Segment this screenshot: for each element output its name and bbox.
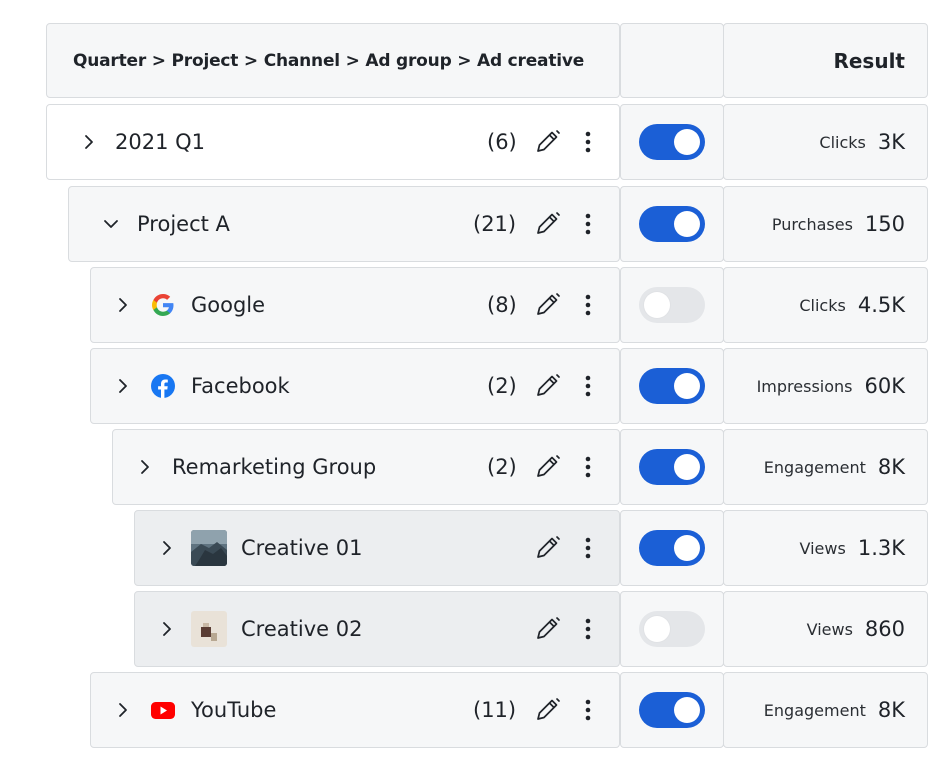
row-result-cell: Engagement 8K	[723, 429, 928, 505]
row-toggle-cell	[620, 510, 724, 586]
row-remarketing-group[interactable]: Remarketing Group (2)	[112, 429, 620, 505]
enable-toggle[interactable]	[639, 449, 705, 485]
result-metric: Clicks	[799, 295, 846, 315]
result-value: 8K	[877, 698, 905, 722]
row-label: Creative 01	[241, 536, 363, 560]
result-value: 60K	[864, 374, 906, 398]
result-header-label: Result	[833, 48, 905, 73]
row-result-cell: Views 860	[723, 591, 928, 667]
child-count: (6)	[487, 130, 517, 154]
row-label: Project A	[137, 212, 230, 236]
result-value: 4.5K	[857, 293, 905, 317]
row-result-cell: Clicks 4.5K	[723, 267, 928, 343]
pencil-edit-icon[interactable]	[533, 615, 561, 643]
enable-toggle[interactable]	[639, 124, 705, 160]
row-toggle-cell	[620, 348, 724, 424]
more-options-icon[interactable]	[584, 698, 592, 722]
result-column-header: Result	[723, 23, 928, 98]
row-result-cell: Clicks 3K	[723, 104, 928, 180]
result-metric: Views	[806, 619, 853, 639]
row-toggle-cell	[620, 429, 724, 505]
row-result-cell: Purchases 150	[723, 186, 928, 262]
google-icon	[150, 292, 176, 318]
enable-toggle[interactable]	[639, 530, 705, 566]
result-value: 860	[864, 617, 905, 641]
pencil-edit-icon[interactable]	[533, 372, 561, 400]
enable-toggle[interactable]	[639, 206, 705, 242]
pencil-edit-icon[interactable]	[533, 696, 561, 724]
creative-thumbnail-icon	[191, 611, 227, 647]
more-options-icon[interactable]	[584, 536, 592, 560]
chevron-right-icon[interactable]	[159, 540, 175, 556]
child-count: (21)	[473, 212, 517, 236]
result-value: 3K	[877, 130, 905, 154]
child-count: (11)	[473, 698, 517, 722]
chevron-right-icon[interactable]	[137, 459, 153, 475]
more-options-icon[interactable]	[584, 455, 592, 479]
row-label: Google	[191, 293, 266, 317]
pencil-edit-icon[interactable]	[533, 128, 561, 156]
result-value: 150	[864, 212, 905, 236]
row-result-cell: Views 1.3K	[723, 510, 928, 586]
enable-toggle[interactable]	[639, 611, 705, 647]
result-metric: Engagement	[763, 457, 866, 477]
row-result-cell: Impressions 60K	[723, 348, 928, 424]
chevron-right-icon[interactable]	[159, 621, 175, 637]
row-label: Facebook	[191, 374, 290, 398]
enable-toggle[interactable]	[639, 287, 705, 323]
row-creative-01[interactable]: Creative 01	[134, 510, 620, 586]
row-label: Remarketing Group	[172, 455, 377, 479]
more-options-icon[interactable]	[584, 617, 592, 641]
chevron-right-icon[interactable]	[115, 378, 131, 394]
result-value: 1.3K	[857, 536, 905, 560]
result-metric: Purchases	[771, 214, 853, 234]
enable-toggle[interactable]	[639, 692, 705, 728]
pencil-edit-icon[interactable]	[533, 534, 561, 562]
result-metric: Clicks	[819, 132, 866, 152]
result-value: 8K	[877, 455, 905, 479]
row-google[interactable]: Google (8)	[90, 267, 620, 343]
more-options-icon[interactable]	[584, 212, 592, 236]
chevron-right-icon[interactable]	[115, 702, 131, 718]
result-metric: Views	[799, 538, 846, 558]
result-metric: Engagement	[763, 700, 866, 720]
chevron-right-icon[interactable]	[81, 134, 97, 150]
row-toggle-cell	[620, 267, 724, 343]
row-project-a[interactable]: Project A (21)	[68, 186, 620, 262]
pencil-edit-icon[interactable]	[533, 291, 561, 319]
more-options-icon[interactable]	[584, 130, 592, 154]
row-result-cell: Engagement 8K	[723, 672, 928, 748]
row-facebook[interactable]: Facebook (2)	[90, 348, 620, 424]
child-count: (2)	[487, 455, 517, 479]
row-toggle-cell	[620, 186, 724, 262]
facebook-icon	[150, 373, 176, 399]
chevron-right-icon[interactable]	[115, 297, 131, 313]
creative-thumbnail-icon	[191, 530, 227, 566]
row-creative-02[interactable]: Creative 02	[134, 591, 620, 667]
row-youtube[interactable]: YouTube (11)	[90, 672, 620, 748]
row-label: Creative 02	[241, 617, 363, 641]
pencil-edit-icon[interactable]	[533, 210, 561, 238]
row-label: YouTube	[191, 698, 277, 722]
pencil-edit-icon[interactable]	[533, 453, 561, 481]
child-count: (8)	[487, 293, 517, 317]
hierarchy-header-label: Quarter > Project > Channel > Ad group >…	[73, 50, 585, 71]
row-label: 2021 Q1	[115, 130, 206, 154]
row-toggle-cell	[620, 591, 724, 667]
toggle-column-header	[620, 23, 724, 98]
youtube-icon	[150, 697, 176, 723]
row-toggle-cell	[620, 672, 724, 748]
more-options-icon[interactable]	[584, 293, 592, 317]
row-2021-q1[interactable]: 2021 Q1 (6)	[46, 104, 620, 180]
result-metric: Impressions	[756, 376, 853, 396]
chevron-down-icon[interactable]	[103, 216, 119, 232]
child-count: (2)	[487, 374, 517, 398]
more-options-icon[interactable]	[584, 374, 592, 398]
enable-toggle[interactable]	[639, 368, 705, 404]
hierarchy-header: Quarter > Project > Channel > Ad group >…	[46, 23, 620, 98]
row-toggle-cell	[620, 104, 724, 180]
